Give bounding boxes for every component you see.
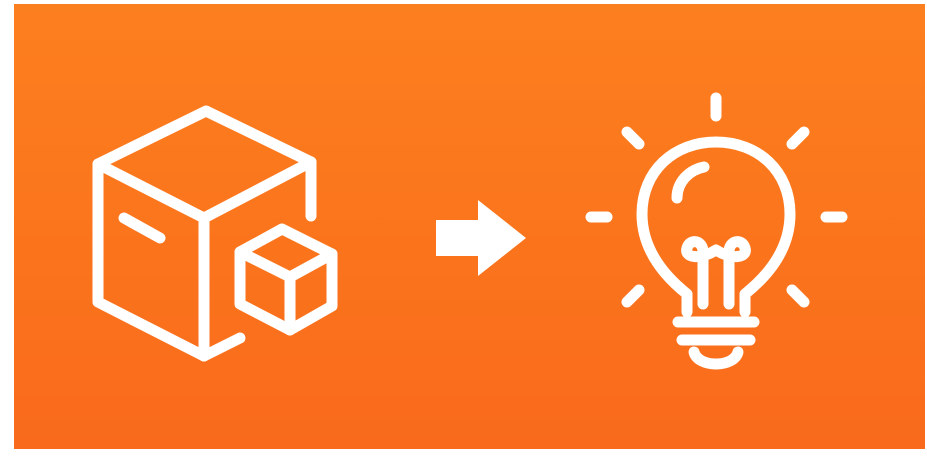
light-rays	[585, 92, 848, 308]
boxes-icon	[92, 105, 338, 362]
lightbulb-icon	[585, 92, 848, 370]
arrow-right-icon	[436, 200, 526, 276]
banner-graphic	[92, 92, 848, 370]
canvas	[0, 0, 927, 456]
orange-banner	[14, 4, 925, 449]
small-box-icon	[234, 223, 338, 336]
